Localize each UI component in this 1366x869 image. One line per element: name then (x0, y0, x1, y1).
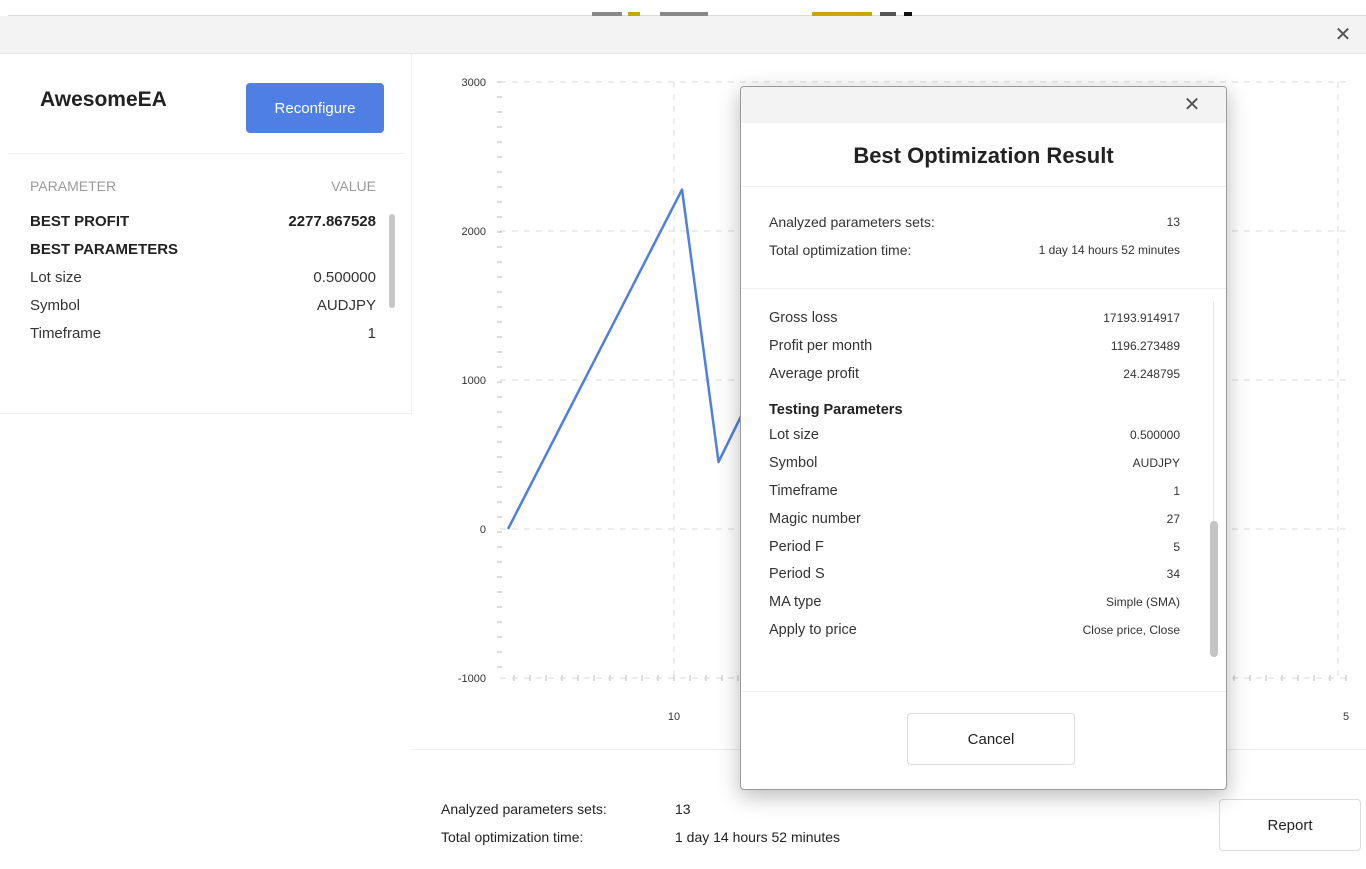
time-value: 1 day 14 hours 52 minutes (675, 829, 840, 845)
cancel-button[interactable]: Cancel (907, 713, 1075, 765)
item-label: Apply to price (769, 621, 857, 638)
y-tick-label: -1000 (458, 673, 486, 685)
item-value: 0.500000 (1129, 428, 1180, 443)
table-row: Symbol AUDJPY (30, 292, 376, 320)
best-parameters-heading: BEST PARAMETERS (30, 241, 179, 258)
divider (741, 186, 1226, 187)
row-value: AUDJPY (316, 297, 376, 314)
item-value: Simple (SMA) (1105, 595, 1180, 610)
divider (8, 153, 404, 154)
item-label: Period F (769, 538, 824, 555)
row-label: Timeframe (30, 325, 102, 342)
item-label: Profit per month (769, 337, 873, 354)
list-item: Profit per month 1196.273489 (769, 334, 1180, 362)
item-value: Close price, Close (1082, 622, 1180, 637)
summary-row: Analyzed parameters sets: 13 (441, 798, 840, 826)
list-item: Apply to price Close price, Close (769, 618, 1180, 646)
analyzed-label: Analyzed parameters sets: (769, 214, 935, 230)
x-tick-label: 5 (1343, 711, 1349, 723)
list-item: Magic number 27 (769, 507, 1180, 535)
list-item: Timeframe 1 (769, 479, 1180, 507)
summary-row: Total optimization time: 1 day 14 hours … (769, 239, 1180, 267)
list-item: MA type Simple (SMA) (769, 590, 1180, 618)
best-result-dialog: ✕ Best Optimization Result Analyzed para… (740, 86, 1227, 790)
list-item: Symbol AUDJPY (769, 451, 1180, 479)
item-label: Gross loss (769, 310, 838, 326)
divider (741, 288, 1226, 289)
item-value: 27 (1166, 511, 1180, 526)
y-tick-label: 1000 (462, 375, 486, 387)
item-label: Lot size (769, 427, 819, 444)
report-button[interactable]: Report (1219, 799, 1361, 851)
row-label: Lot size (30, 269, 82, 286)
dialog-close-icon[interactable]: ✕ (1180, 93, 1204, 117)
time-label: Total optimization time: (441, 829, 584, 845)
parameters-scrollbar[interactable] (389, 214, 395, 394)
y-tick-label: 3000 (462, 77, 486, 89)
item-value: 5 (1173, 539, 1180, 554)
table-header: PARAMETER VALUE (30, 178, 376, 200)
item-label: Period S (769, 566, 825, 583)
analyzed-value: 13 (675, 801, 691, 817)
list-item: Period S 34 (769, 562, 1180, 590)
testing-parameters-heading: Testing Parameters (769, 402, 903, 419)
divider (741, 691, 1226, 692)
window-close-icon[interactable]: ✕ (1330, 22, 1356, 48)
item-label: Average profit (769, 365, 860, 382)
item-label: Magic number (769, 510, 861, 527)
header-parameter: PARAMETER (30, 178, 117, 194)
parameters-table: PARAMETER VALUE BEST PROFIT 2277.867528 … (30, 178, 376, 348)
y-tick-label: 0 (480, 524, 486, 536)
table-row: Timeframe 1 (30, 320, 376, 348)
background-window-edge (0, 0, 1366, 16)
time-value: 1 day 14 hours 52 minutes (1038, 243, 1180, 257)
dialog-scrollbar-thumb[interactable] (1210, 521, 1218, 657)
best-profit-value: 2277.867528 (288, 213, 376, 230)
dialog-title: Best Optimization Result (853, 143, 1114, 168)
best-profit-row: BEST PROFIT 2277.867528 (30, 208, 376, 236)
divider (0, 413, 412, 414)
summary-row: Total optimization time: 1 day 14 hours … (441, 826, 840, 854)
item-value: 17193.914917 (1103, 311, 1180, 325)
item-label: Timeframe (769, 482, 838, 499)
list-item: Gross loss 17193.914917 (769, 306, 1180, 334)
list-item: Lot size 0.500000 (769, 423, 1180, 451)
row-value: 0.500000 (313, 269, 376, 286)
time-label: Total optimization time: (769, 242, 912, 258)
y-tick-label: 2000 (462, 226, 486, 238)
best-profit-label: BEST PROFIT (30, 213, 130, 230)
header-value: VALUE (331, 178, 376, 194)
analyzed-value: 13 (1166, 215, 1180, 229)
dialog-title-bar (741, 87, 1226, 123)
item-value: 34 (1166, 567, 1180, 582)
list-item: Average profit 24.248795 (769, 362, 1180, 390)
row-label: Symbol (30, 297, 81, 314)
parameters-panel: AwesomeEA Reconfigure PARAMETER VALUE BE… (0, 54, 412, 414)
scrollbar-thumb[interactable] (389, 214, 395, 308)
item-value: 1 (1173, 483, 1180, 498)
app-title: AwesomeEA (40, 88, 167, 111)
item-value: 1196.273489 (1110, 338, 1180, 353)
summary-row: Analyzed parameters sets: 13 (769, 211, 1180, 239)
list-item: Period F 5 (769, 535, 1180, 563)
optimization-summary: Analyzed parameters sets: 13 Total optim… (441, 798, 840, 854)
item-label: MA type (769, 594, 822, 611)
table-row: Lot size 0.500000 (30, 264, 376, 292)
row-value: 1 (367, 325, 376, 342)
window-title-bar (0, 16, 1366, 54)
item-value: 24.248795 (1123, 366, 1180, 381)
item-label: Symbol (769, 455, 818, 472)
item-value: AUDJPY (1132, 456, 1180, 471)
dialog-details-list: Gross loss 17193.914917 Profit per month… (769, 306, 1180, 646)
analyzed-label: Analyzed parameters sets: (441, 801, 607, 817)
reconfigure-button[interactable]: Reconfigure (246, 83, 384, 133)
x-tick-label: 10 (668, 711, 680, 723)
dialog-summary: Analyzed parameters sets: 13 Total optim… (769, 211, 1180, 267)
